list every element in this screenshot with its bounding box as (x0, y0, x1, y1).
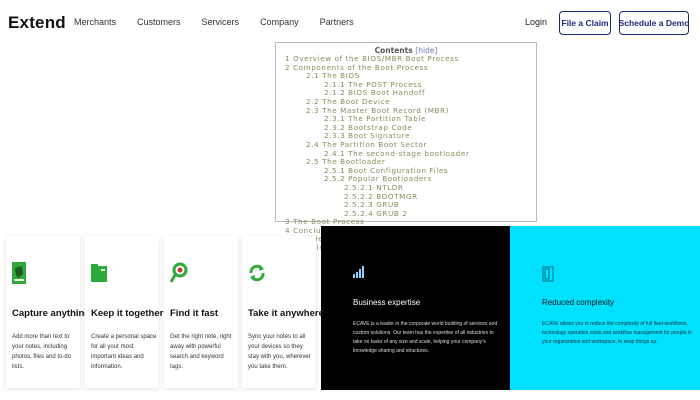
panel-title: Reduced complexity (542, 298, 615, 307)
feature-card-take[interactable]: Take it anywhere Sync your notes to all … (242, 236, 324, 388)
card-title: Take it anywhere (248, 308, 324, 319)
login-link[interactable]: Login (525, 17, 547, 27)
nav-link-merchants[interactable]: Merchants (74, 17, 116, 27)
card-title: Find it fast (170, 308, 219, 319)
card-description: Add more than text to your notes, includ… (12, 334, 72, 370)
magnifier-icon (170, 262, 188, 283)
table-of-contents: Contents [hide] 1 Overview of the BIOS/M… (275, 42, 537, 252)
file-claim-button[interactable]: File a Claim (559, 11, 611, 35)
feature-card-capture[interactable]: Capture anything Add more than text to y… (6, 236, 90, 388)
bar-chart-icon (353, 266, 364, 278)
toc-item[interactable]: 2.5.2.2 BOOTMGR (276, 192, 536, 202)
nav-links: Merchants Customers Servicers Company Pa… (74, 17, 375, 27)
panel-description: ECAVE allows you to reduce the complexit… (542, 321, 692, 345)
panel-title: Business expertise (353, 298, 421, 307)
top-nav: Extend Merchants Customers Servicers Com… (0, 0, 700, 46)
toc-list: 1 Overview of the BIOS/MBR Boot Process 2… (276, 54, 536, 253)
card-description: Get the right note, right away with powe… (170, 334, 232, 370)
card-title: Capture anything (12, 308, 91, 319)
document-icon (542, 266, 554, 282)
nav-link-customers[interactable]: Customers (137, 17, 181, 27)
schedule-demo-button[interactable]: Schedule a Demo (619, 11, 689, 35)
nav-link-company[interactable]: Company (260, 17, 299, 27)
card-description: Sync your notes to all your devices so t… (248, 334, 311, 370)
feature-card-find[interactable]: Find it fast Get the right note, right a… (164, 236, 238, 388)
nav-link-servicers[interactable]: Servicers (202, 17, 240, 27)
feature-card-keep[interactable]: Keep it together Create a personal space… (85, 236, 163, 388)
sync-icon (249, 264, 265, 282)
card-description: Create a personal space for all your mos… (91, 334, 157, 370)
panel-reduced-complexity: Reduced complexity ECAVE allows you to r… (510, 226, 700, 390)
elephant-note-icon (12, 262, 26, 284)
logo[interactable]: Extend (8, 13, 66, 33)
nav-link-partners[interactable]: Partners (320, 17, 354, 27)
folder-icon (91, 264, 107, 282)
panel-business-expertise: Business expertise ECAVE is a leader in … (321, 226, 510, 390)
features-section: Capture anything Add more than text to y… (0, 226, 700, 400)
panel-description: ECAVE is a leader in the corporate world… (353, 321, 498, 354)
toc-item[interactable]: 2.5.2 Popular Bootloaders (276, 175, 536, 184)
card-title: Keep it together (91, 308, 164, 319)
